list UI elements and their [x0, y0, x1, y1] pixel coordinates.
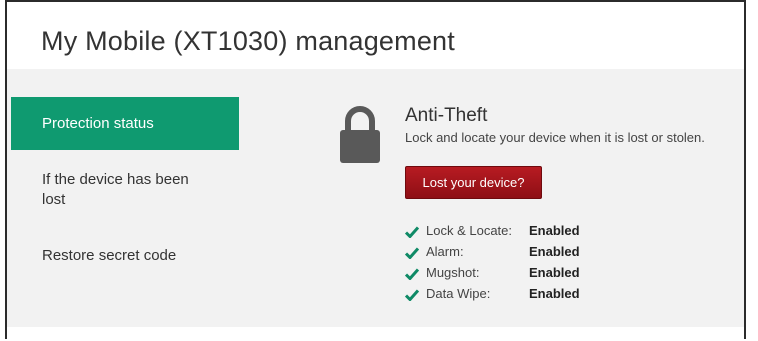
feature-row-lock-locate: Lock & Locate: Enabled [405, 223, 645, 244]
feature-row-alarm: Alarm: Enabled [405, 244, 645, 265]
feature-label: Mugshot: [426, 265, 480, 280]
lost-device-button[interactable]: Lost your device? [405, 166, 542, 199]
feature-row-data-wipe: Data Wipe: Enabled [405, 286, 645, 307]
feature-row-mugshot: Mugshot: Enabled [405, 265, 645, 286]
feature-status: Enabled [529, 286, 580, 301]
check-icon [405, 247, 419, 259]
sidebar-item-label: Restore secret code [42, 247, 177, 264]
sidebar-item-label: If the device has been lost [42, 171, 189, 208]
anti-theft-title: Anti-Theft [405, 105, 488, 126]
sidebar-item-label: Protection status [42, 115, 154, 132]
feature-status: Enabled [529, 223, 580, 238]
anti-theft-description: Lock and locate your device when it is l… [405, 130, 705, 145]
app-frame: My Mobile (XT1030) management Protection… [5, 0, 746, 341]
check-icon [405, 268, 419, 280]
check-icon [405, 226, 419, 238]
feature-label: Lock & Locate: [426, 223, 512, 238]
feature-status: Enabled [529, 265, 580, 280]
page-title: My Mobile (XT1030) management [41, 26, 455, 56]
header: My Mobile (XT1030) management [7, 2, 744, 69]
lock-icon [340, 106, 380, 163]
main-content: Protection status If the device has been… [7, 69, 744, 327]
sidebar-item-device-lost[interactable]: If the device has been lost [11, 170, 239, 210]
feature-label: Alarm: [426, 244, 464, 259]
feature-status: Enabled [529, 244, 580, 259]
feature-label: Data Wipe: [426, 286, 491, 301]
check-icon [405, 289, 419, 301]
feature-list: Lock & Locate: Enabled Alarm: Enabled Mu… [405, 223, 645, 307]
sidebar-item-restore-secret-code[interactable]: Restore secret code [11, 246, 239, 266]
sidebar-item-protection-status[interactable]: Protection status [11, 97, 239, 150]
